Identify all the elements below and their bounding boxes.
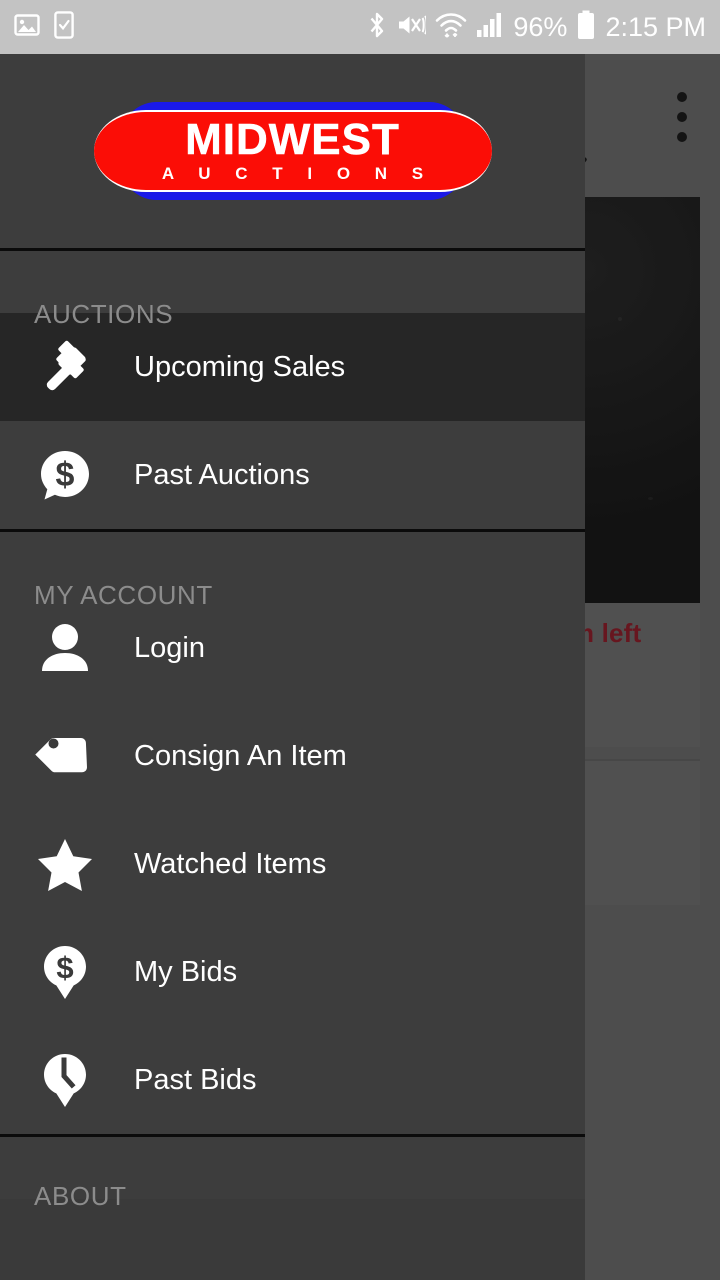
sidebar-item-label: Past Auctions xyxy=(134,458,310,491)
drawer-header: MIDWEST A U C T I O N S xyxy=(0,54,585,248)
sidebar-item-my-bids[interactable]: $ My Bids xyxy=(0,918,585,1026)
logo-subbrand-text: A U C T I O N S xyxy=(161,164,434,184)
sidebar-item-consign-an-item[interactable]: Consign An Item xyxy=(0,702,585,810)
bluetooth-icon xyxy=(367,10,387,45)
photo-icon xyxy=(14,12,40,43)
midwest-auctions-logo: MIDWEST A U C T I O N S xyxy=(93,102,492,200)
drawer-section-about: ABOUT xyxy=(0,1137,585,1211)
phone-check-icon xyxy=(54,10,74,44)
more-dot xyxy=(677,112,687,122)
section-header-about: ABOUT xyxy=(34,1181,127,1211)
dollar-speech-bubble-icon: $ xyxy=(34,444,96,506)
more-vertical-icon[interactable] xyxy=(677,92,687,142)
phone-screen: h 44m left MIDWEST A U C T I O N S AUCTI… xyxy=(0,0,720,1280)
sidebar-item-label: Login xyxy=(134,631,205,664)
battery-percent-label: 96% xyxy=(513,11,568,42)
clock-label: 2:15 PM xyxy=(605,11,706,42)
svg-text:$: $ xyxy=(56,950,73,985)
battery-icon xyxy=(576,10,596,45)
status-bar-right-icons: 96% 2:15 PM xyxy=(367,10,706,45)
drawer-section-my-account: MY ACCOUNT Login Consign An Item Watched… xyxy=(0,532,585,1134)
sidebar-item-label: Watched Items xyxy=(134,847,327,880)
sidebar-item-past-auctions[interactable]: $ Past Auctions xyxy=(0,421,585,529)
logo-red-plate: MIDWEST A U C T I O N S xyxy=(93,110,492,192)
wifi-icon xyxy=(435,11,467,44)
more-dot xyxy=(677,92,687,102)
status-bar: 96% 2:15 PM xyxy=(0,0,720,54)
clock-pin-icon xyxy=(34,1049,96,1111)
sidebar-item-label: My Bids xyxy=(134,955,238,988)
drawer-section-auctions: AUCTIONS Upcoming Sales $ Past Auctions xyxy=(0,251,585,529)
person-icon xyxy=(34,617,96,679)
logo-brand-text: MIDWEST xyxy=(185,114,400,164)
image-speck xyxy=(618,317,622,321)
sidebar-item-label: Consign An Item xyxy=(134,739,347,772)
sidebar-item-past-bids[interactable]: Past Bids xyxy=(0,1026,585,1134)
dollar-pin-icon: $ xyxy=(34,941,96,1003)
star-icon xyxy=(34,833,96,895)
navigation-drawer: MIDWEST A U C T I O N S AUCTIONS Upcomin… xyxy=(0,54,585,1280)
image-speck xyxy=(648,497,653,500)
sidebar-item-label: Upcoming Sales xyxy=(134,350,346,383)
section-header-auctions: AUCTIONS xyxy=(34,299,174,329)
more-dot xyxy=(677,132,687,142)
cellular-signal-icon xyxy=(476,12,504,43)
tag-icon xyxy=(34,725,96,787)
status-bar-left-icons xyxy=(14,10,74,44)
vibrate-mute-icon xyxy=(396,11,428,44)
svg-text:$: $ xyxy=(56,456,75,494)
sidebar-item-watched-items[interactable]: Watched Items xyxy=(0,810,585,918)
section-header-my-account: MY ACCOUNT xyxy=(34,580,213,610)
gavel-icon xyxy=(34,336,96,398)
sidebar-item-label: Past Bids xyxy=(134,1063,257,1096)
